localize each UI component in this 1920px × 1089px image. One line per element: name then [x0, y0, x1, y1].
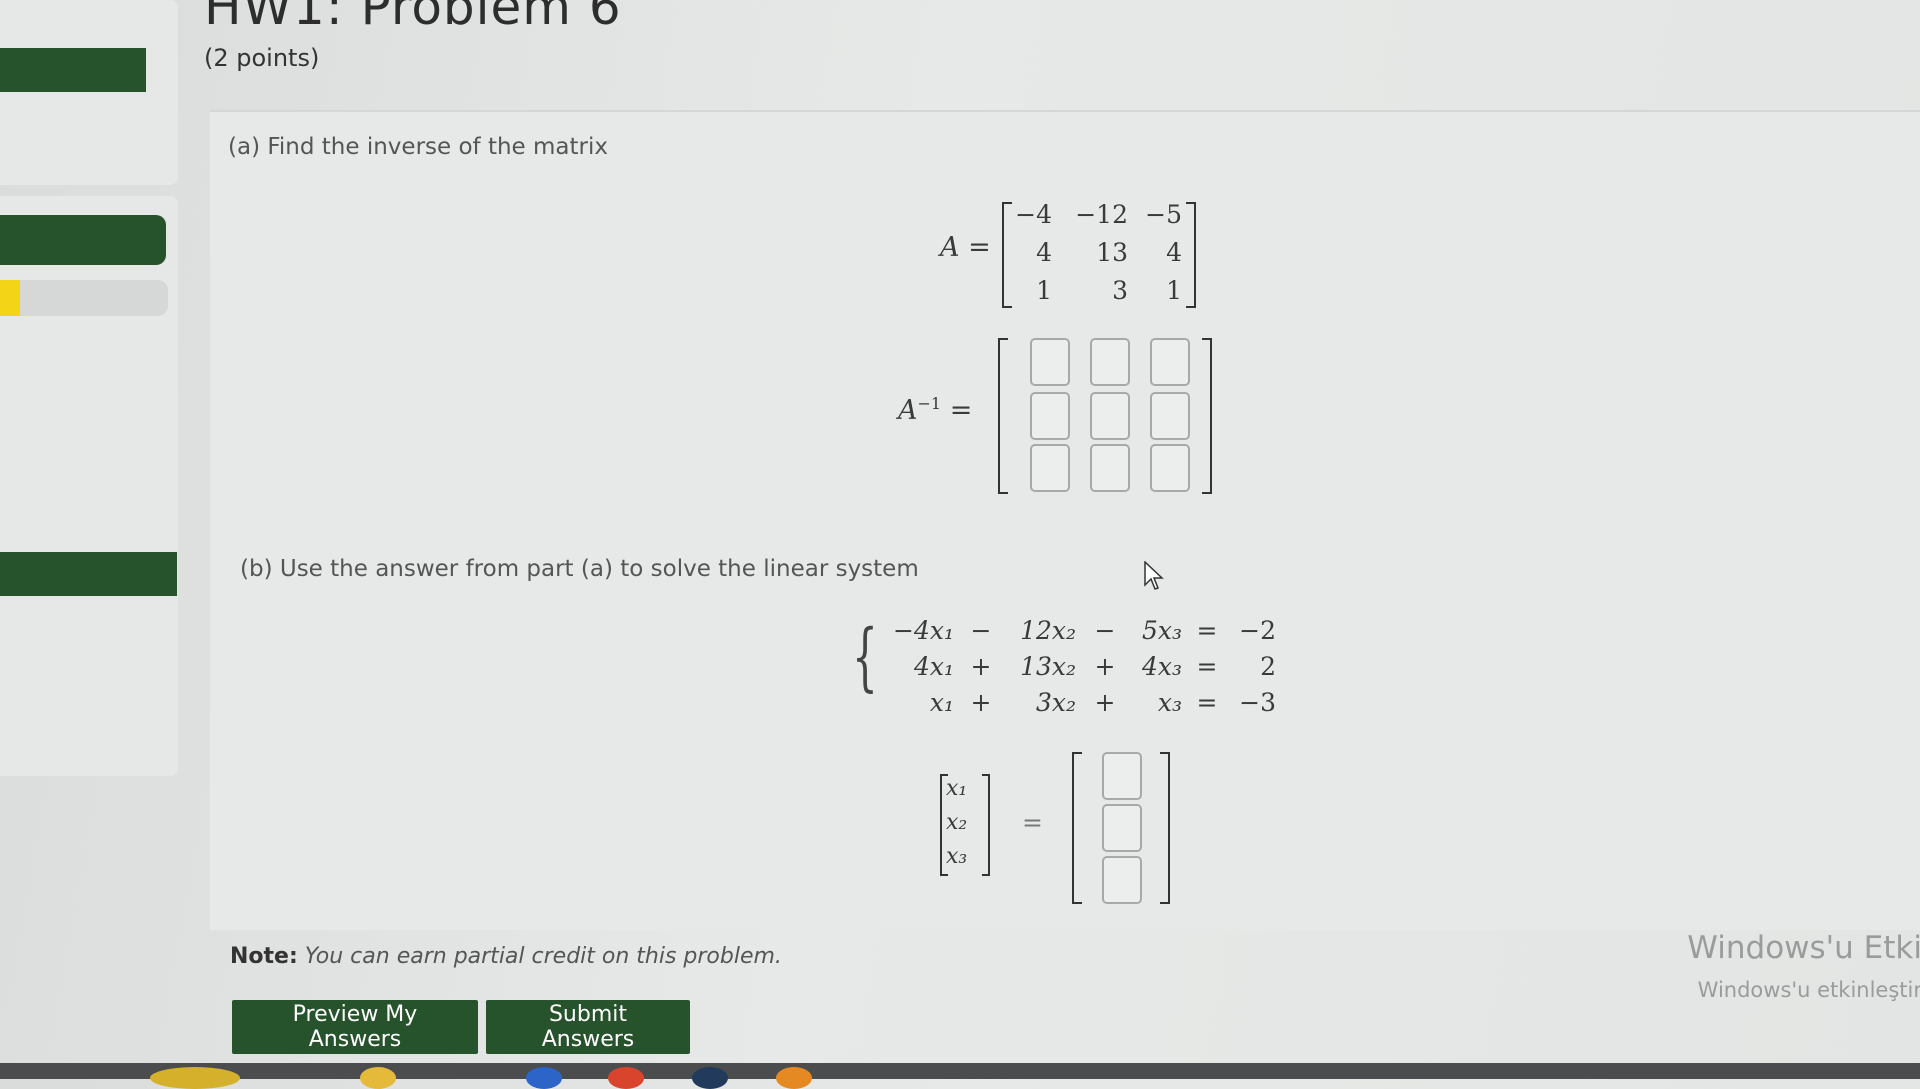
- page-title: HW1: Problem 6: [204, 0, 622, 36]
- progress-bar: [0, 280, 168, 316]
- taskbar-app-icon[interactable]: [526, 1067, 562, 1089]
- inverse-entry-input[interactable]: [1150, 392, 1190, 440]
- vector-equals: =: [1022, 808, 1043, 837]
- matrix-a-cell: 3: [1112, 276, 1128, 305]
- problem-body: (a) Find the inverse of the matrix A = −…: [210, 110, 1920, 930]
- part-b-prompt: (b) Use the answer from part (a) to solv…: [240, 556, 919, 582]
- sidebar-nav-button[interactable]: [0, 48, 146, 92]
- progress-fill: [0, 280, 21, 316]
- system-rhs: −3: [1239, 688, 1276, 717]
- vector-entry: x₃: [946, 844, 968, 869]
- activation-watermark-subtitle: Windows'u etkinleştir: [1697, 978, 1920, 1002]
- inverse-entry-input[interactable]: [1150, 444, 1190, 492]
- sidebar: [0, 0, 200, 1079]
- part-a-prompt: (a) Find the inverse of the matrix: [228, 134, 608, 160]
- system-equals: =: [1196, 652, 1218, 681]
- system-equals: =: [1196, 688, 1218, 717]
- inverse-entry-input[interactable]: [1030, 392, 1070, 440]
- problem-points: (2 points): [204, 44, 320, 72]
- inverse-equals: =: [949, 395, 973, 426]
- note-label: Note:: [230, 944, 298, 969]
- partial-credit-note: Note: You can earn partial credit on thi…: [230, 944, 782, 969]
- system-operator: −: [970, 616, 992, 645]
- sidebar-panel: [0, 0, 178, 185]
- system-rhs: 2: [1260, 652, 1276, 681]
- system-term: 4x₃: [1141, 652, 1182, 681]
- vector-entry: x₂: [946, 810, 968, 835]
- system-term: 5x₃: [1141, 616, 1182, 645]
- solution-entry-input[interactable]: [1102, 856, 1142, 904]
- matrix-a-label: A =: [940, 232, 991, 263]
- system-term: 4x₁: [913, 652, 954, 681]
- taskbar-app-icon[interactable]: [776, 1067, 812, 1089]
- submit-answers-button[interactable]: Submit Answers: [486, 1000, 690, 1054]
- inverse-entry-input[interactable]: [1090, 338, 1130, 386]
- system-operator: +: [970, 652, 992, 681]
- sidebar-nav-button[interactable]: [0, 552, 177, 596]
- sidebar-nav-button[interactable]: [0, 215, 166, 265]
- system-term: x₁: [929, 688, 954, 717]
- taskbar-app-icon[interactable]: [150, 1067, 240, 1089]
- matrix-a-cell: 1: [1166, 276, 1182, 305]
- matrix-a-cell: −5: [1145, 200, 1182, 229]
- inverse-entry-input[interactable]: [1090, 444, 1130, 492]
- system-term: 3x₂: [1035, 688, 1076, 717]
- taskbar-app-icon[interactable]: [692, 1067, 728, 1089]
- inverse-entry-input[interactable]: [1030, 444, 1070, 492]
- matrix-a-cell: 13: [1096, 238, 1128, 267]
- system-operator: +: [970, 688, 992, 717]
- vector-entry: x₁: [946, 776, 968, 801]
- matrix-a-cell: 4: [1166, 238, 1182, 267]
- taskbar: [0, 1063, 1920, 1089]
- activation-watermark-title: Windows'u Etki: [1687, 930, 1920, 966]
- system-rhs: −2: [1239, 616, 1276, 645]
- system-term: −4x₁: [893, 616, 954, 645]
- inverse-entry-input[interactable]: [1150, 338, 1190, 386]
- system-term: x₃: [1157, 688, 1182, 717]
- taskbar-app-icon[interactable]: [360, 1067, 396, 1089]
- solution-entry-input[interactable]: [1102, 804, 1142, 852]
- system-term: 12x₂: [1020, 616, 1076, 645]
- inverse-exponent: −1: [917, 394, 942, 413]
- system-equals: =: [1196, 616, 1218, 645]
- matrix-a-cell: −12: [1075, 200, 1128, 229]
- taskbar-app-icon[interactable]: [608, 1067, 644, 1089]
- mouse-cursor-icon: [1144, 561, 1164, 590]
- solution-entry-input[interactable]: [1102, 752, 1142, 800]
- inverse-entry-input[interactable]: [1090, 392, 1130, 440]
- system-term: 13x₂: [1020, 652, 1076, 681]
- inverse-entry-input[interactable]: [1030, 338, 1070, 386]
- inverse-label: A−1 =: [898, 394, 973, 426]
- matrix-a-cell: 4: [1036, 238, 1052, 267]
- matrix-a-cell: 1: [1036, 276, 1052, 305]
- matrix-a-cell: −4: [1015, 200, 1052, 229]
- preview-answers-button[interactable]: Preview My Answers: [232, 1000, 478, 1054]
- note-text: You can earn partial credit on this prob…: [304, 944, 782, 969]
